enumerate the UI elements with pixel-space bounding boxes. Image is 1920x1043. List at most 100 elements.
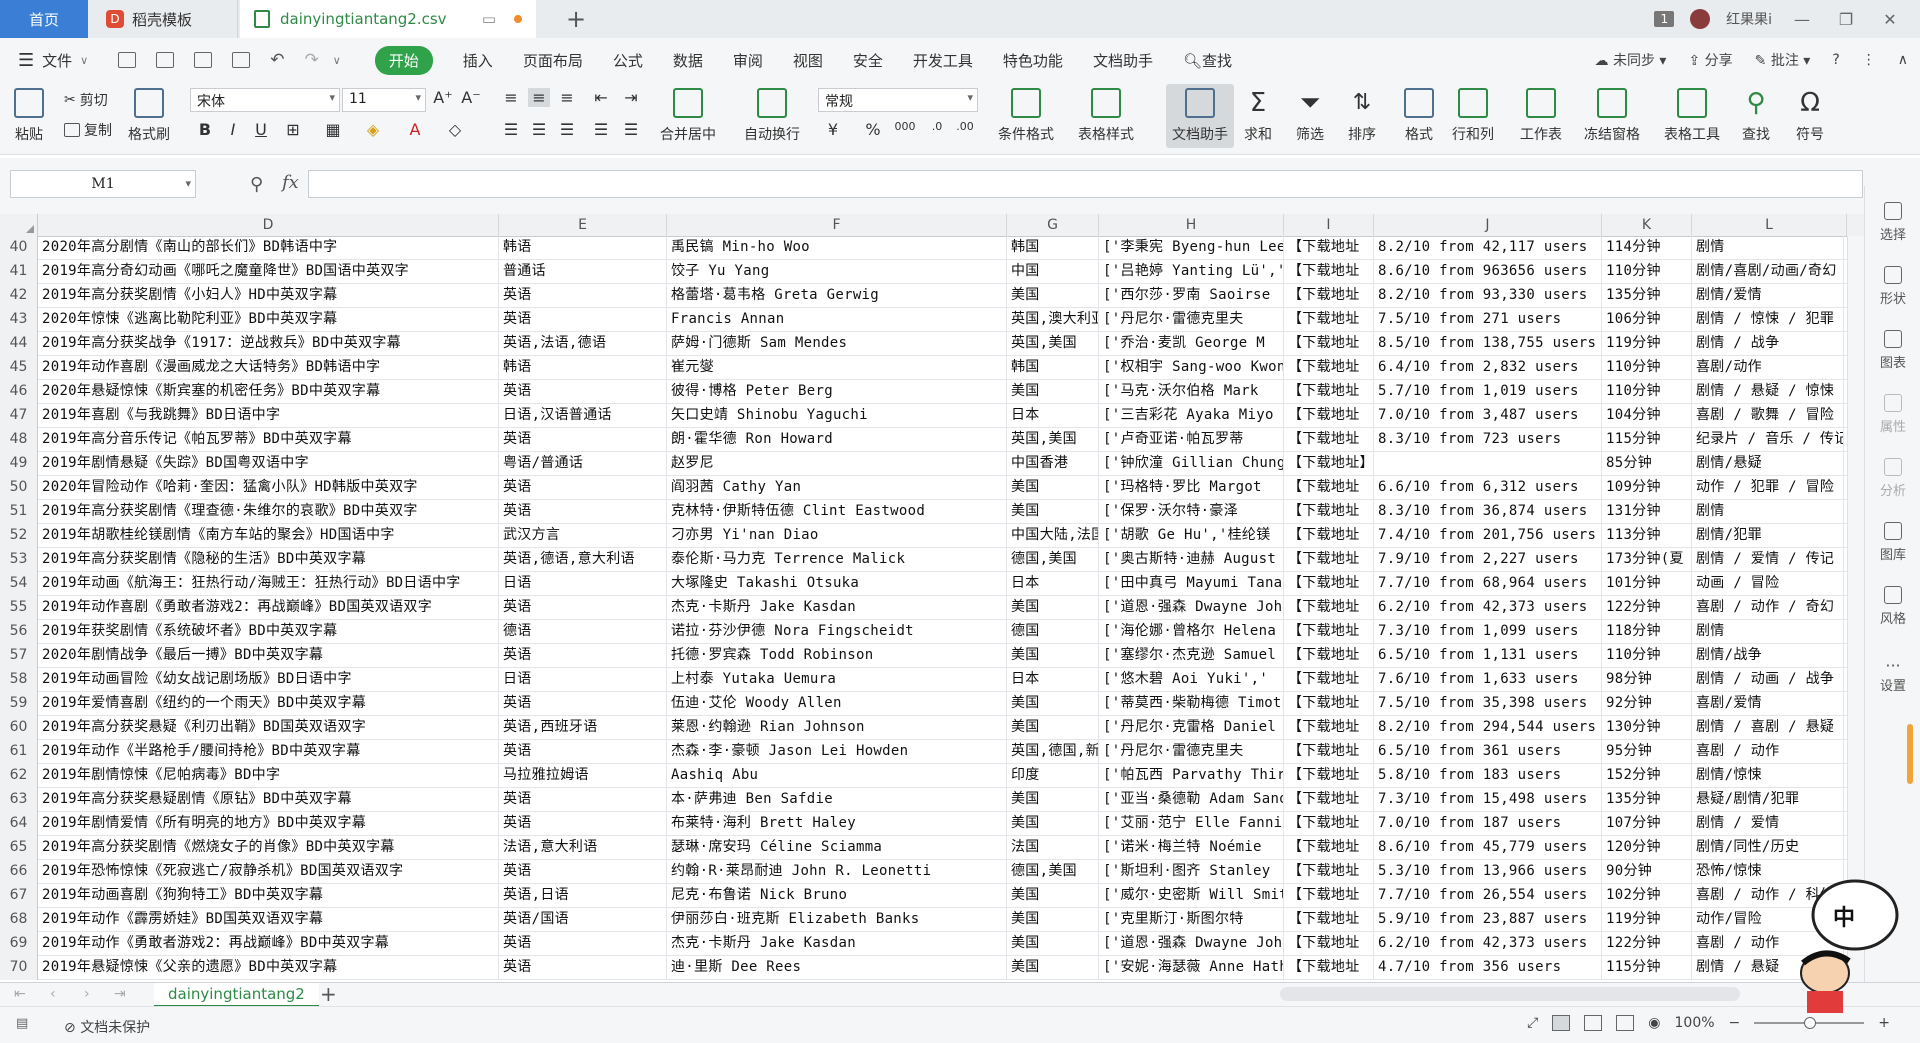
cell-e[interactable]: 英语	[499, 644, 667, 668]
cell-j[interactable]: 7.5/10 from 271 users	[1374, 308, 1602, 332]
cell-e[interactable]: 英语	[499, 692, 667, 716]
cell-j[interactable]: 7.3/10 from 15,498 users	[1374, 788, 1602, 812]
cell-k[interactable]: 107分钟	[1602, 812, 1692, 836]
cell-h[interactable]: ['李秉宪 Byeng-hun Lee	[1099, 236, 1284, 260]
cell-k[interactable]: 110分钟	[1602, 644, 1692, 668]
cell-d[interactable]: 2020年冒险动作《哈莉·奎因：猛禽小队》HD韩版中英双字	[38, 476, 499, 500]
cell-k[interactable]: 131分钟	[1602, 500, 1692, 524]
cell-h[interactable]: ['帕瓦西 Parvathy Thiruvothu	[1099, 764, 1284, 788]
row-number[interactable]: 51	[0, 500, 38, 524]
avatar[interactable]	[1690, 9, 1711, 29]
horizontal-scrollbar[interactable]	[1280, 987, 1740, 1001]
cell-l[interactable]: 纪录片 / 音乐 / 传记	[1692, 428, 1844, 452]
undo-icon[interactable]: ↶	[270, 50, 284, 70]
cell-g[interactable]: 德国	[1007, 620, 1099, 644]
cell-g[interactable]: 美国	[1007, 380, 1099, 404]
cell-l[interactable]: 喜剧/爱情	[1692, 692, 1844, 716]
cell-e[interactable]: 英语/国语	[499, 908, 667, 932]
cell-k[interactable]: 173分钟(夏	[1602, 548, 1692, 572]
cell-d[interactable]: 2019年动画喜剧《狗狗特工》BD中英双字幕	[38, 884, 499, 908]
cell-f[interactable]: 崔元燮	[667, 356, 1007, 380]
cell-g[interactable]: 德国,美国	[1007, 548, 1099, 572]
minimize-icon[interactable]: —	[1788, 10, 1816, 29]
cell-l[interactable]: 剧情/爱情	[1692, 284, 1844, 308]
cell-f[interactable]: 克林特·伊斯特伍德 Clint Eastwood	[667, 500, 1007, 524]
cell-j[interactable]: 6.4/10 from 2,832 users	[1374, 356, 1602, 380]
tab-home[interactable]: 首页	[0, 0, 88, 38]
zoom-slider[interactable]	[1754, 1017, 1865, 1029]
cell-d[interactable]: 2019年获奖剧情《系统破坏者》BD中英双字幕	[38, 620, 499, 644]
help-icon[interactable]: ?	[1832, 52, 1839, 68]
cell-h[interactable]: ['道恩·强森 Dwayne Johnson	[1099, 596, 1284, 620]
cell-l[interactable]: 剧情/悬疑	[1692, 452, 1844, 476]
cell-e[interactable]: 马拉雅拉姆语	[499, 764, 667, 788]
fullscreen-icon[interactable]: ⤢	[1527, 1015, 1538, 1031]
bold-icon[interactable]: B	[194, 120, 216, 139]
cell-f[interactable]: 杰森·李·豪顿 Jason Lei Howden	[667, 740, 1007, 764]
cell-k[interactable]: 122分钟	[1602, 596, 1692, 620]
cell-e[interactable]: 普通话	[499, 260, 667, 284]
cell-j[interactable]: 8.6/10 from 45,779 users	[1374, 836, 1602, 860]
export-pdf-icon[interactable]	[156, 52, 175, 68]
eye-protection-icon[interactable]: ◉	[1648, 1015, 1660, 1031]
menu-developer[interactable]: 开发工具	[913, 50, 973, 71]
cell-e[interactable]: 英语,西班牙语	[499, 716, 667, 740]
collapse-ribbon-icon[interactable]: ∧	[1898, 52, 1908, 68]
row-number[interactable]: 63	[0, 788, 38, 812]
chevron-down-icon[interactable]: ∨	[80, 54, 88, 67]
function-icon[interactable]: fx	[282, 172, 299, 193]
cell-i[interactable]: 【下载地址	[1284, 932, 1374, 956]
panel-select[interactable]: 选择	[1865, 202, 1920, 243]
row-number[interactable]: 40	[0, 236, 38, 260]
cell-e[interactable]: 日语,汉语普通话	[499, 404, 667, 428]
row-number[interactable]: 56	[0, 620, 38, 644]
cell-j[interactable]: 8.2/10 from 42,117 users	[1374, 236, 1602, 260]
cell-k[interactable]: 135分钟	[1602, 788, 1692, 812]
increase-indent-icon[interactable]: ⇥	[620, 88, 642, 107]
first-sheet-icon[interactable]: ⇤	[14, 986, 26, 1002]
format-button[interactable]: 格式	[1404, 88, 1434, 144]
cell-e[interactable]: 英语	[499, 476, 667, 500]
cell-f[interactable]: 赵罗尼	[667, 452, 1007, 476]
last-sheet-icon[interactable]: ⇥	[114, 986, 126, 1002]
cell-i[interactable]: 【下载地址】	[1284, 452, 1374, 476]
row-number[interactable]: 57	[0, 644, 38, 668]
cell-l[interactable]: 悬疑/剧情/犯罪	[1692, 788, 1844, 812]
cell-h[interactable]: ['丹尼尔·雷德克里夫	[1099, 308, 1284, 332]
page-break-view-icon[interactable]	[1616, 1015, 1635, 1031]
align-left-icon[interactable]: ☰	[500, 120, 522, 139]
cell-k[interactable]: 110分钟	[1602, 356, 1692, 380]
page-layout-view-icon[interactable]	[1584, 1015, 1603, 1031]
panel-settings[interactable]: ··· 设置	[1865, 656, 1920, 694]
cell-f[interactable]: 萨姆·门德斯 Sam Mendes	[667, 332, 1007, 356]
panel-scroll-indicator[interactable]	[1907, 724, 1913, 784]
cell-f[interactable]: 彼得·博格 Peter Berg	[667, 380, 1007, 404]
cell-g[interactable]: 中国香港	[1007, 452, 1099, 476]
cell-h[interactable]: ['海伦娜·曾格尔 Helena	[1099, 620, 1284, 644]
cell-d[interactable]: 2019年动画《航海王：狂热行动/海贼王：狂热行动》BD日语中字	[38, 572, 499, 596]
align-bottom-icon[interactable]: ≡	[556, 88, 578, 107]
cell-i[interactable]: 【下载地址	[1284, 644, 1374, 668]
redo-icon[interactable]: ↷	[304, 50, 318, 70]
cell-i[interactable]: 【下载地址	[1284, 692, 1374, 716]
cell-j[interactable]	[1374, 452, 1602, 476]
distributed-align-icon[interactable]: ☰	[620, 120, 642, 139]
cell-d[interactable]: 2019年高分获奖剧情《隐秘的生活》BD中英双字幕	[38, 548, 499, 572]
cell-l[interactable]: 剧情	[1692, 500, 1844, 524]
align-right-icon[interactable]: ☰	[556, 120, 578, 139]
select-all-corner[interactable]	[0, 214, 38, 236]
cell-h[interactable]: ['诺米·梅兰特 Noémie	[1099, 836, 1284, 860]
cell-d[interactable]: 2019年动作喜剧《勇敢者游戏2：再战巅峰》BD国英双语双字	[38, 596, 499, 620]
cell-k[interactable]: 106分钟	[1602, 308, 1692, 332]
row-number[interactable]: 49	[0, 452, 38, 476]
cell-d[interactable]: 2019年喜剧《与我跳舞》BD日语中字	[38, 404, 499, 428]
share-button[interactable]: ⇪ 分享	[1688, 50, 1732, 70]
zoom-formula-icon[interactable]: ⚲	[250, 174, 263, 195]
cell-e[interactable]: 英语,法语,德语	[499, 332, 667, 356]
cell-d[interactable]: 2019年恐怖惊悚《死寂逃亡/寂静杀机》BD国英双语双字	[38, 860, 499, 884]
doc-helper-button[interactable]: 文档助手	[1166, 84, 1234, 148]
paste-button[interactable]: 粘贴	[14, 88, 44, 144]
column-header-k[interactable]: K	[1602, 214, 1692, 236]
cell-l[interactable]: 喜剧 / 动作	[1692, 740, 1844, 764]
cell-f[interactable]: 伍迪·艾伦 Woody Allen	[667, 692, 1007, 716]
